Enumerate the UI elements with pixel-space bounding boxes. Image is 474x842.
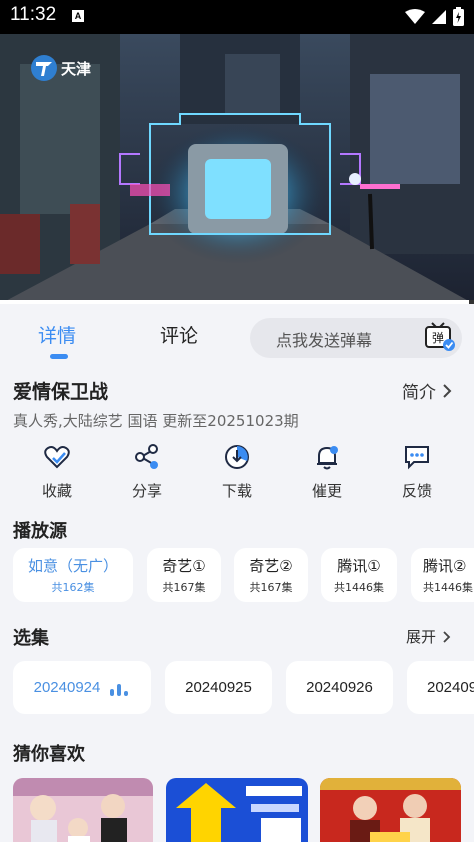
danmu-input[interactable]: 点我发送弹幕 弹 [250, 318, 462, 358]
source-count: 共162集 [51, 581, 95, 594]
source-count: 共1446集 [334, 581, 384, 594]
episode-card[interactable]: 20240927 [407, 661, 474, 714]
source-name: 奇艺② [249, 557, 293, 575]
download-button[interactable]: 下载 [192, 440, 282, 501]
tab-details[interactable]: 详情 [38, 321, 76, 348]
recommend-thumbnail-image [320, 778, 461, 842]
notify-bell-icon [317, 446, 338, 470]
status-time: 11:32 [10, 4, 57, 25]
share-icon [135, 444, 158, 469]
status-bar: 11:32 A [0, 0, 474, 34]
intro-button[interactable]: 简介 [402, 378, 452, 403]
channel-logo-icon [31, 55, 57, 81]
episode-card[interactable]: 20240925 [165, 661, 272, 714]
detail-tabs: 详情 评论 点我发送弹幕 弹 [0, 308, 474, 366]
source-card[interactable]: 奇艺② 共167集 [234, 548, 308, 602]
source-count: 共1446集 [423, 581, 473, 594]
danmu-placeholder: 点我发送弹幕 [276, 331, 373, 350]
recommend-thumbnail[interactable] [13, 778, 153, 842]
download-label: 下载 [221, 482, 252, 500]
recommend-thumbnail-image [166, 778, 308, 842]
source-name: 奇艺① [162, 557, 206, 575]
danmu-toggle-icon[interactable]: 弹 [424, 322, 456, 356]
source-card[interactable]: 腾讯① 共1446集 [321, 548, 397, 602]
notify-button[interactable]: 催更 [282, 440, 372, 501]
episode-label: 20240925 [185, 679, 252, 696]
episode-card[interactable]: 20240924 [13, 661, 151, 714]
source-card[interactable]: 如意（无广） 共162集 [13, 548, 133, 602]
chevron-right-icon [443, 383, 452, 398]
battery-icon [453, 7, 464, 26]
intro-label: 简介 [402, 383, 436, 403]
channel-logo-text: 天津 [61, 59, 92, 78]
episode-label: 20240926 [306, 679, 373, 696]
system-icons [405, 7, 464, 26]
video-progress-fill [0, 300, 470, 304]
episode-label: 20240924 [33, 679, 101, 696]
expand-label: 展开 [405, 628, 436, 646]
source-name: 腾讯② [423, 557, 467, 575]
channel-logo: 天津 [30, 54, 91, 82]
source-name: 腾讯① [337, 557, 381, 575]
action-row: 收藏 分享 下载 催更 反馈 [0, 440, 474, 504]
show-title: 爱情保卫战 [13, 381, 109, 403]
favorite-label: 收藏 [41, 482, 72, 500]
favorite-heart-icon [44, 446, 70, 469]
source-card[interactable]: 奇艺① 共167集 [147, 548, 221, 602]
signal-icon [432, 9, 446, 24]
tab-active-indicator [50, 354, 68, 359]
video-player[interactable]: 天津 [0, 34, 474, 304]
source-count: 共167集 [162, 581, 206, 594]
feedback-icon [405, 446, 429, 470]
video-progress-bar[interactable] [0, 300, 474, 304]
notify-label: 催更 [311, 482, 342, 500]
wifi-icon [405, 8, 425, 24]
source-card[interactable]: 腾讯② 共1446集 [411, 548, 474, 602]
chevron-right-icon [443, 630, 451, 643]
notification-a-icon: A [72, 10, 84, 22]
svg-text:弹: 弹 [432, 331, 444, 345]
tab-comments[interactable]: 评论 [160, 321, 198, 348]
now-playing-icon [110, 684, 129, 697]
recommend-thumbnail[interactable] [320, 778, 461, 842]
sources-title: 播放源 [13, 521, 67, 542]
favorite-button[interactable]: 收藏 [12, 440, 102, 501]
recommend-thumbnail[interactable] [166, 778, 308, 842]
feedback-label: 反馈 [401, 482, 432, 500]
episode-card[interactable]: 20240926 [286, 661, 393, 714]
show-meta: 真人秀,大陆综艺 国语 更新至20251023期 [13, 412, 299, 430]
recommend-title: 猜你喜欢 [13, 744, 85, 765]
share-label: 分享 [131, 482, 162, 500]
source-count: 共167集 [249, 581, 293, 594]
episodes-title: 选集 [13, 628, 49, 649]
source-name: 如意（无广） [27, 557, 118, 575]
episode-label: 20240927 [427, 679, 474, 696]
recommend-thumbnail-image [13, 778, 153, 842]
share-button[interactable]: 分享 [102, 440, 192, 501]
download-icon [225, 445, 249, 469]
expand-button[interactable]: 展开 [406, 626, 452, 647]
feedback-button[interactable]: 反馈 [372, 440, 462, 501]
